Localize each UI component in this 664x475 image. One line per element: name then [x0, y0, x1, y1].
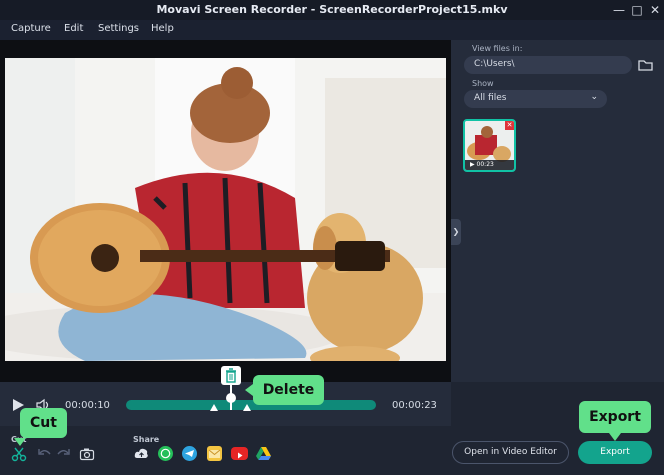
export-button[interactable]: Export: [578, 441, 652, 464]
thumbnail-duration: ▶ 00:23: [465, 160, 514, 170]
close-icon[interactable]: ✕: [505, 121, 514, 130]
menu-settings[interactable]: Settings: [98, 23, 139, 34]
menu-help[interactable]: Help: [151, 23, 174, 34]
export-callout: Export: [579, 401, 651, 433]
delete-callout-pointer: [245, 384, 253, 396]
email-icon[interactable]: [207, 446, 222, 461]
title-bar: Movavi Screen Recorder - ScreenRecorderP…: [0, 0, 664, 20]
path-input[interactable]: C:\Users\: [464, 56, 632, 74]
show-label: Show: [472, 79, 494, 88]
trash-icon[interactable]: [221, 366, 241, 385]
menu-bar: Capture Edit Settings Help: [0, 20, 664, 40]
show-select[interactable]: All files ⌄: [464, 90, 607, 108]
chevron-down-icon: ⌄: [590, 92, 598, 102]
minimize-icon[interactable]: —: [610, 1, 628, 19]
export-callout-pointer: [609, 433, 621, 441]
google-drive-icon[interactable]: [256, 446, 271, 461]
cut-callout-pointer: [14, 438, 26, 446]
youtube-icon[interactable]: [231, 447, 248, 460]
delete-callout: Delete: [253, 375, 324, 405]
maximize-icon[interactable]: □: [628, 1, 646, 19]
scissors-icon[interactable]: [11, 446, 27, 462]
show-select-value: All files: [474, 93, 507, 103]
timeline-track[interactable]: [126, 400, 376, 410]
camera-icon[interactable]: [79, 446, 95, 462]
cut-callout: Cut: [20, 408, 67, 438]
folder-icon[interactable]: [636, 57, 654, 73]
undo-icon[interactable]: [36, 446, 52, 462]
video-viewer[interactable]: [0, 40, 451, 382]
window-title: Movavi Screen Recorder - ScreenRecorderP…: [156, 3, 508, 16]
video-frame: [5, 58, 446, 361]
total-time: 00:00:23: [392, 400, 437, 411]
whatsapp-icon[interactable]: [158, 446, 173, 461]
redo-icon[interactable]: [56, 446, 72, 462]
cut-marker-right[interactable]: [243, 404, 251, 411]
share-label: Share: [133, 435, 160, 444]
close-window-icon[interactable]: ✕: [646, 1, 664, 19]
open-in-video-editor-button[interactable]: Open in Video Editor: [452, 441, 569, 464]
cut-marker-left[interactable]: [210, 404, 218, 411]
playhead-handle[interactable]: [226, 393, 236, 403]
menu-edit[interactable]: Edit: [64, 23, 83, 34]
current-time: 00:00:10: [65, 400, 110, 411]
telegram-icon[interactable]: [182, 446, 197, 461]
collapse-arrow-icon[interactable]: ❯: [451, 219, 461, 245]
view-files-label: View files in:: [472, 44, 523, 53]
menu-capture[interactable]: Capture: [11, 23, 51, 34]
recording-thumbnail[interactable]: ▶ 00:23 ✕: [463, 119, 516, 172]
cloud-upload-icon[interactable]: [134, 446, 149, 461]
